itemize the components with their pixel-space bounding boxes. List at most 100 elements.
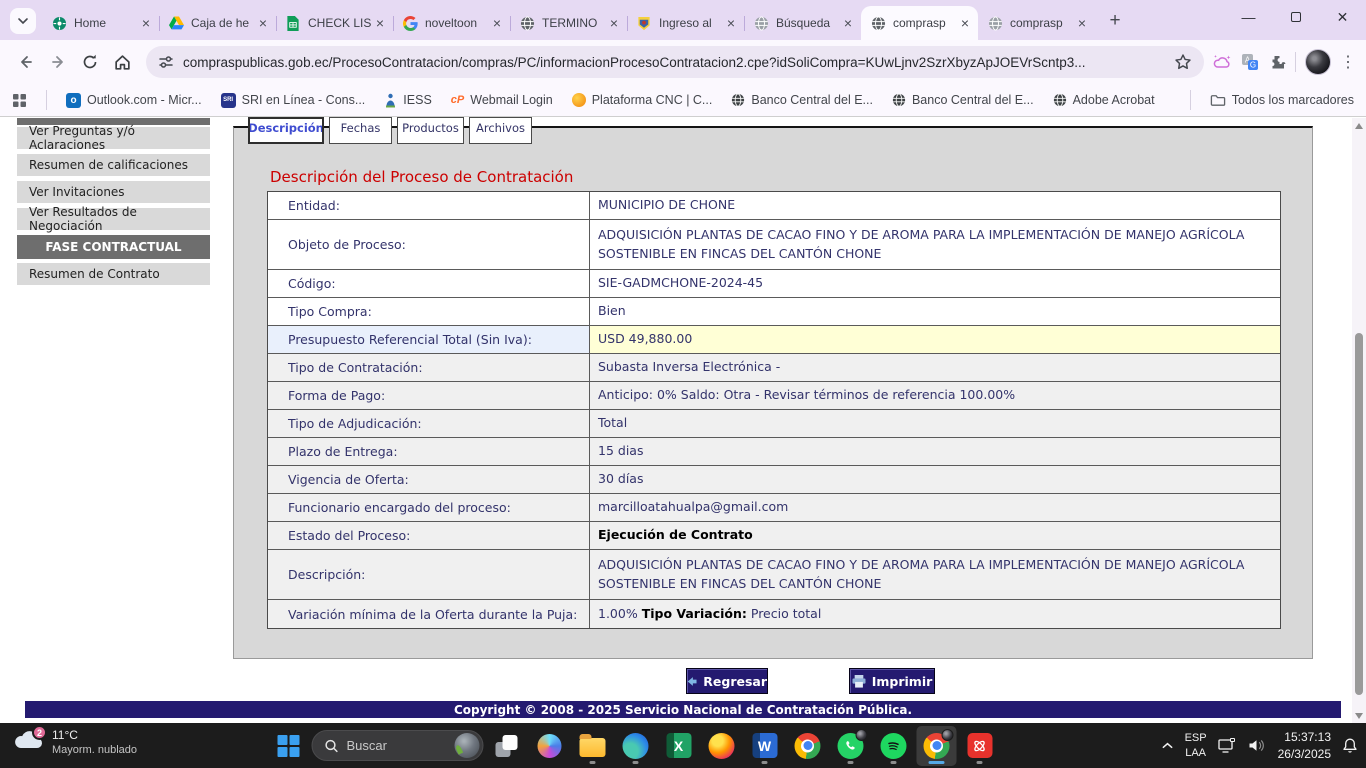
url-text[interactable]: compraspublicas.gob.ec/ProcesoContrataci… xyxy=(183,55,1174,70)
tab-close-icon[interactable]: × xyxy=(138,15,154,31)
sidebar-item-calificaciones[interactable]: Resumen de calificaciones xyxy=(17,154,210,176)
edge-button[interactable] xyxy=(616,726,656,766)
weather-widget[interactable]: 2 11°C Mayorm. nublado xyxy=(12,727,137,756)
sidebar-item-negociacion[interactable]: Ver Resultados de Negociación xyxy=(17,208,210,230)
tab-close-icon[interactable]: × xyxy=(606,15,622,31)
tab-search-button[interactable] xyxy=(10,8,36,34)
browser-tab-noveltoon[interactable]: noveltoon × xyxy=(393,6,510,40)
site-info-icon[interactable] xyxy=(158,54,174,70)
browser-tab-home[interactable]: Home × xyxy=(42,6,159,40)
apps-grid-icon[interactable] xyxy=(12,93,27,108)
table-row: Tipo Compra:Bien xyxy=(268,298,1280,326)
minimize-button[interactable]: — xyxy=(1225,0,1272,34)
sidebar-item-invitaciones[interactable]: Ver Invitaciones xyxy=(17,181,210,203)
page-scrollbar[interactable] xyxy=(1352,118,1366,723)
bookmark-webmail[interactable]: cP Webmail Login xyxy=(451,93,553,107)
tab-productos[interactable]: Productos xyxy=(397,117,464,144)
bookmark-sri[interactable]: SRI SRI en Línea - Cons... xyxy=(221,93,366,108)
reload-button[interactable] xyxy=(74,46,106,78)
bookmark-iess[interactable]: IESS xyxy=(384,93,432,108)
scrollbar-thumb[interactable] xyxy=(1355,333,1363,695)
task-view-button[interactable] xyxy=(487,726,527,766)
bookmark-star-icon[interactable] xyxy=(1174,53,1192,71)
firefox-button[interactable] xyxy=(702,726,742,766)
file-explorer-button[interactable] xyxy=(573,726,613,766)
copilot-button[interactable] xyxy=(530,726,570,766)
search-sparkle-icon[interactable] xyxy=(1212,53,1232,71)
back-button[interactable] xyxy=(10,46,42,78)
excel-button[interactable]: X xyxy=(659,726,699,766)
volume-icon[interactable] xyxy=(1248,738,1267,753)
windows-taskbar: 2 11°C Mayorm. nublado Buscar X W xyxy=(0,723,1366,768)
notification-bell-icon[interactable] xyxy=(1342,737,1358,754)
copilot-icon xyxy=(538,734,562,758)
language-indicator[interactable]: ESP LAA xyxy=(1185,731,1207,761)
address-bar[interactable]: compraspublicas.gob.ec/ProcesoContrataci… xyxy=(146,46,1204,78)
tab-archivos[interactable]: Archivos xyxy=(469,117,532,144)
tab-close-icon[interactable]: × xyxy=(489,15,505,31)
search-daily-image[interactable] xyxy=(455,733,480,758)
bookmark-cnc[interactable]: Plataforma CNC | C... xyxy=(572,93,713,107)
browser-tab-busqueda[interactable]: Búsqueda × xyxy=(744,6,861,40)
tab-close-icon[interactable]: × xyxy=(723,15,739,31)
close-window-button[interactable]: ✕ xyxy=(1319,0,1366,34)
browser-tab-caja[interactable]: Caja de he × xyxy=(159,6,276,40)
acrobat-button[interactable] xyxy=(960,726,1000,766)
tab-close-icon[interactable]: × xyxy=(255,15,271,31)
maximize-button[interactable] xyxy=(1272,0,1319,34)
bookmark-outlook[interactable]: o Outlook.com - Micr... xyxy=(66,93,202,108)
taskbar-clock[interactable]: 15:37:13 26/3/2025 xyxy=(1278,729,1331,761)
browser-tab-compras-active[interactable]: comprasp × xyxy=(861,6,978,40)
spotify-button[interactable] xyxy=(874,726,914,766)
start-button[interactable] xyxy=(269,726,309,766)
scroll-down-arrow[interactable] xyxy=(1355,713,1363,719)
tab-descripcion[interactable]: Descripción xyxy=(248,117,324,144)
tab-fechas[interactable]: Fechas xyxy=(329,117,392,144)
profile-avatar[interactable] xyxy=(1305,49,1331,75)
keyboard-layout: LAA xyxy=(1185,746,1207,761)
forward-button[interactable] xyxy=(42,46,74,78)
search-icon xyxy=(325,739,339,753)
bookmark-banco-central-2[interactable]: Banco Central del E... xyxy=(892,93,1034,107)
browser-tab-ingreso[interactable]: Ingreso al × xyxy=(627,6,744,40)
row-value: 30 días xyxy=(590,466,1280,493)
word-button[interactable]: W xyxy=(745,726,785,766)
sidebar-header-fase-contractual: FASE CONTRACTUAL xyxy=(17,235,210,259)
home-button[interactable] xyxy=(106,46,138,78)
browser-tab-termino[interactable]: TERMINO × xyxy=(510,6,627,40)
tab-close-icon[interactable]: × xyxy=(372,15,388,31)
outlook-favicon: o xyxy=(66,93,81,108)
tab-close-icon[interactable]: × xyxy=(840,15,856,31)
row-value: marcilloatahualpa@gmail.com xyxy=(590,494,1280,521)
regresar-button[interactable]: Regresar xyxy=(686,668,768,694)
sidebar-item-resumen-contrato[interactable]: Resumen de Contrato xyxy=(17,263,210,285)
chrome-active-button[interactable] xyxy=(917,726,957,766)
tab-close-icon[interactable]: × xyxy=(1074,15,1090,31)
translate-icon[interactable]: AG xyxy=(1241,53,1259,71)
all-bookmarks-button[interactable]: Todos los marcadores xyxy=(1210,93,1354,107)
scroll-up-arrow[interactable] xyxy=(1355,123,1363,129)
chrome-button[interactable] xyxy=(788,726,828,766)
tray-chevron-icon[interactable] xyxy=(1161,739,1174,752)
bookmark-banco-central-1[interactable]: Banco Central del E... xyxy=(731,93,873,107)
new-tab-button[interactable]: + xyxy=(1101,7,1129,35)
browser-tab-checklist[interactable]: CHECK LIS × xyxy=(276,6,393,40)
svg-text:G: G xyxy=(1250,61,1256,70)
globe-favicon xyxy=(519,15,535,31)
tab-label: Archivos xyxy=(476,121,525,135)
bookmark-adobe[interactable]: Adobe Acrobat xyxy=(1053,93,1155,107)
browser-tab-compras-2[interactable]: comprasp × xyxy=(978,6,1095,40)
network-icon[interactable] xyxy=(1218,738,1237,754)
extensions-puzzle-icon[interactable] xyxy=(1268,53,1286,71)
whatsapp-button[interactable] xyxy=(831,726,871,766)
row-label: Forma de Pago: xyxy=(268,382,590,409)
tab-close-icon[interactable]: × xyxy=(957,15,973,31)
browser-menu-icon[interactable]: ⋮ xyxy=(1340,52,1356,72)
globe-favicon xyxy=(753,15,769,31)
taskbar-search-box[interactable]: Buscar xyxy=(312,730,484,761)
imprimir-button[interactable]: Imprimir xyxy=(849,668,935,694)
sidebar-item-preguntas[interactable]: Ver Preguntas y/ó Aclaraciones xyxy=(17,127,210,149)
drive-favicon xyxy=(168,15,184,31)
bookmark-label: Plataforma CNC | C... xyxy=(592,93,713,107)
tab-title: comprasp xyxy=(1010,16,1074,30)
